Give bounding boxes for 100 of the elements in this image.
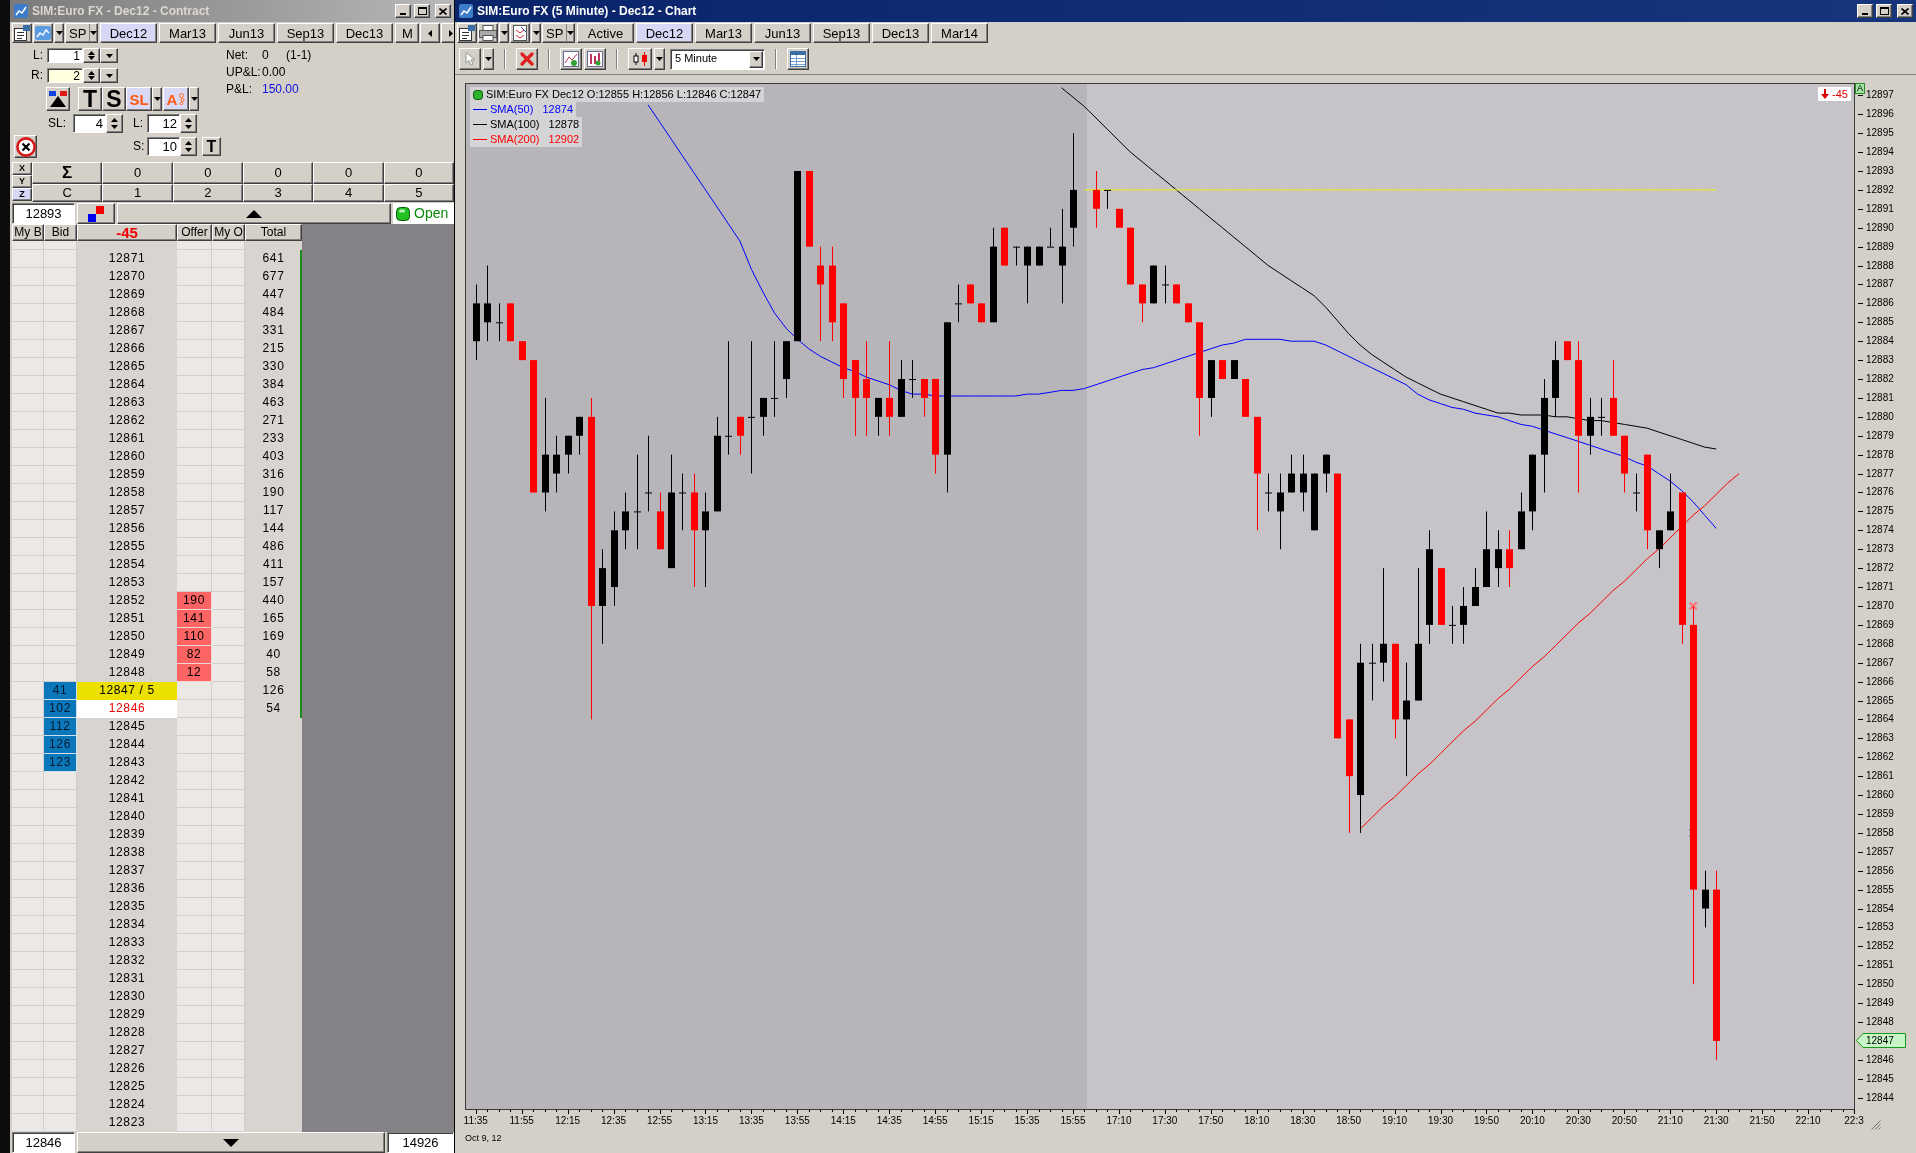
table-cell: 12830 — [77, 988, 177, 1006]
axis-label: 12848 — [1866, 1016, 1894, 1028]
axis-label: 12868 — [1866, 637, 1894, 650]
table-cell: 403 — [245, 448, 302, 466]
axis-label: 12863 — [1866, 732, 1894, 745]
legend-value: 12874 — [542, 102, 573, 117]
table-cell: 12865 — [77, 358, 177, 376]
table-cell: 677 — [245, 268, 302, 286]
axis-label: 14:15 — [830, 1115, 856, 1127]
status-label: Open — [414, 205, 449, 222]
table-cell: 58 — [245, 664, 302, 682]
table-cell: 110 — [177, 628, 212, 646]
table-cell: 641 — [245, 250, 302, 268]
table-cell: 12836 — [77, 880, 177, 898]
axis-label: 12854 — [1866, 902, 1894, 915]
table-cell: 233 — [245, 430, 302, 448]
axis-label: 12853 — [1866, 921, 1894, 934]
table-cell: 123 — [44, 754, 77, 772]
table-cell: 463 — [245, 394, 302, 412]
price-box: 12846 — [12, 1132, 75, 1153]
field-label: S: — [133, 139, 145, 153]
position-value: -45 — [1832, 88, 1848, 100]
axis-label: 12876 — [1866, 486, 1894, 499]
axis-label: 21:30 — [1703, 1115, 1729, 1127]
table-cell: 12871 — [77, 250, 177, 268]
axis-label: 12881 — [1866, 391, 1894, 404]
axis-label: 12887 — [1866, 278, 1894, 291]
axis-label: 22:3 — [1844, 1115, 1864, 1127]
axis-label: 12846 — [1866, 1053, 1894, 1066]
table-cell: 12838 — [77, 844, 177, 862]
axis-label: 12855 — [1866, 883, 1894, 896]
axis-label: 14:55 — [922, 1115, 948, 1127]
table-cell: 12867 — [77, 322, 177, 340]
axis-label: 12857 — [1866, 845, 1894, 858]
legend-value: 12902 — [548, 132, 580, 147]
axis-label: 13:35 — [738, 1115, 764, 1127]
window-title: SIM:Euro FX (5 Minute) - Dec12 - Chart — [477, 3, 697, 19]
table-cell: 12837 — [77, 862, 177, 880]
axis-label: 12890 — [1866, 221, 1894, 234]
table-cell: 12852 — [77, 592, 177, 610]
axis-flag: A — [1855, 83, 1865, 94]
table-cell: 12847 / 5 — [77, 682, 177, 700]
field-label: L: — [33, 48, 43, 62]
table-cell: 12846 — [77, 700, 177, 718]
grid-cell: 0 — [383, 162, 454, 185]
axis-label: 12866 — [1866, 675, 1894, 688]
axis-label: 11:35 — [463, 1115, 488, 1127]
axis-label: 12891 — [1866, 202, 1894, 215]
table-cell: 41 — [44, 682, 77, 700]
axis-label: 15:15 — [968, 1115, 994, 1127]
table-cell: 12835 — [77, 898, 177, 916]
table-cell: 486 — [245, 538, 302, 556]
grid-cell: 1 — [102, 184, 173, 202]
table-cell: 12870 — [77, 268, 177, 286]
axis-label: 12852 — [1866, 940, 1894, 953]
legend-label: SMA(50) — [490, 102, 534, 117]
table-cell: 12860 — [77, 448, 177, 466]
table-cell: 82 — [177, 646, 212, 664]
axis-label: 12886 — [1866, 297, 1894, 310]
axis-label: 22:10 — [1795, 1115, 1821, 1127]
table-cell: 316 — [245, 466, 302, 484]
table-cell: 12866 — [77, 340, 177, 358]
axis-label: 20:10 — [1519, 1115, 1545, 1127]
table-cell: 126 — [44, 736, 77, 754]
price-box: 12893 — [12, 203, 75, 224]
table-cell: 484 — [245, 304, 302, 322]
axis-label: 15:55 — [1060, 1115, 1086, 1127]
axis-label: 12871 — [1866, 581, 1894, 594]
axis-label: 12874 — [1866, 524, 1894, 537]
table-cell: 144 — [245, 520, 302, 538]
field-label: L: — [133, 116, 143, 130]
grid-cell: 2 — [172, 184, 243, 202]
field-label: R: — [31, 68, 43, 82]
axis-label: 17:10 — [1106, 1115, 1132, 1127]
table-cell: 331 — [245, 322, 302, 340]
axis-label: 12878 — [1866, 448, 1894, 461]
axis-label: 12879 — [1866, 429, 1894, 442]
axis-label: 12873 — [1866, 543, 1894, 556]
table-cell: 12858 — [77, 484, 177, 502]
axis-label: 12882 — [1866, 373, 1894, 385]
axis-label: 12872 — [1866, 562, 1894, 575]
table-cell: 440 — [245, 592, 302, 610]
table-cell: 447 — [245, 286, 302, 304]
axis-label: 18:50 — [1336, 1115, 1362, 1127]
column-header: My O — [212, 224, 245, 241]
price-tag: 12847 — [1856, 1033, 1906, 1049]
table-cell: 165 — [245, 610, 302, 628]
legend-label: SIM:Euro FX Dec12 O:12855 H:12856 L:12846 C:12847 — [486, 87, 762, 102]
axis-label: 12861 — [1866, 770, 1894, 783]
account-value: 0.00 — [262, 65, 286, 79]
table-cell: 12 — [177, 664, 212, 682]
column-header: -45 — [77, 224, 177, 241]
table-cell: 12855 — [77, 538, 177, 556]
table-cell: 384 — [245, 376, 302, 394]
axis-label: 14:35 — [876, 1115, 902, 1127]
table-cell: 330 — [245, 358, 302, 376]
grid-cell: 0 — [172, 162, 243, 185]
account-label: P&L: — [226, 82, 252, 96]
table-cell: 126 — [245, 682, 302, 700]
table-cell: 12831 — [77, 970, 177, 988]
